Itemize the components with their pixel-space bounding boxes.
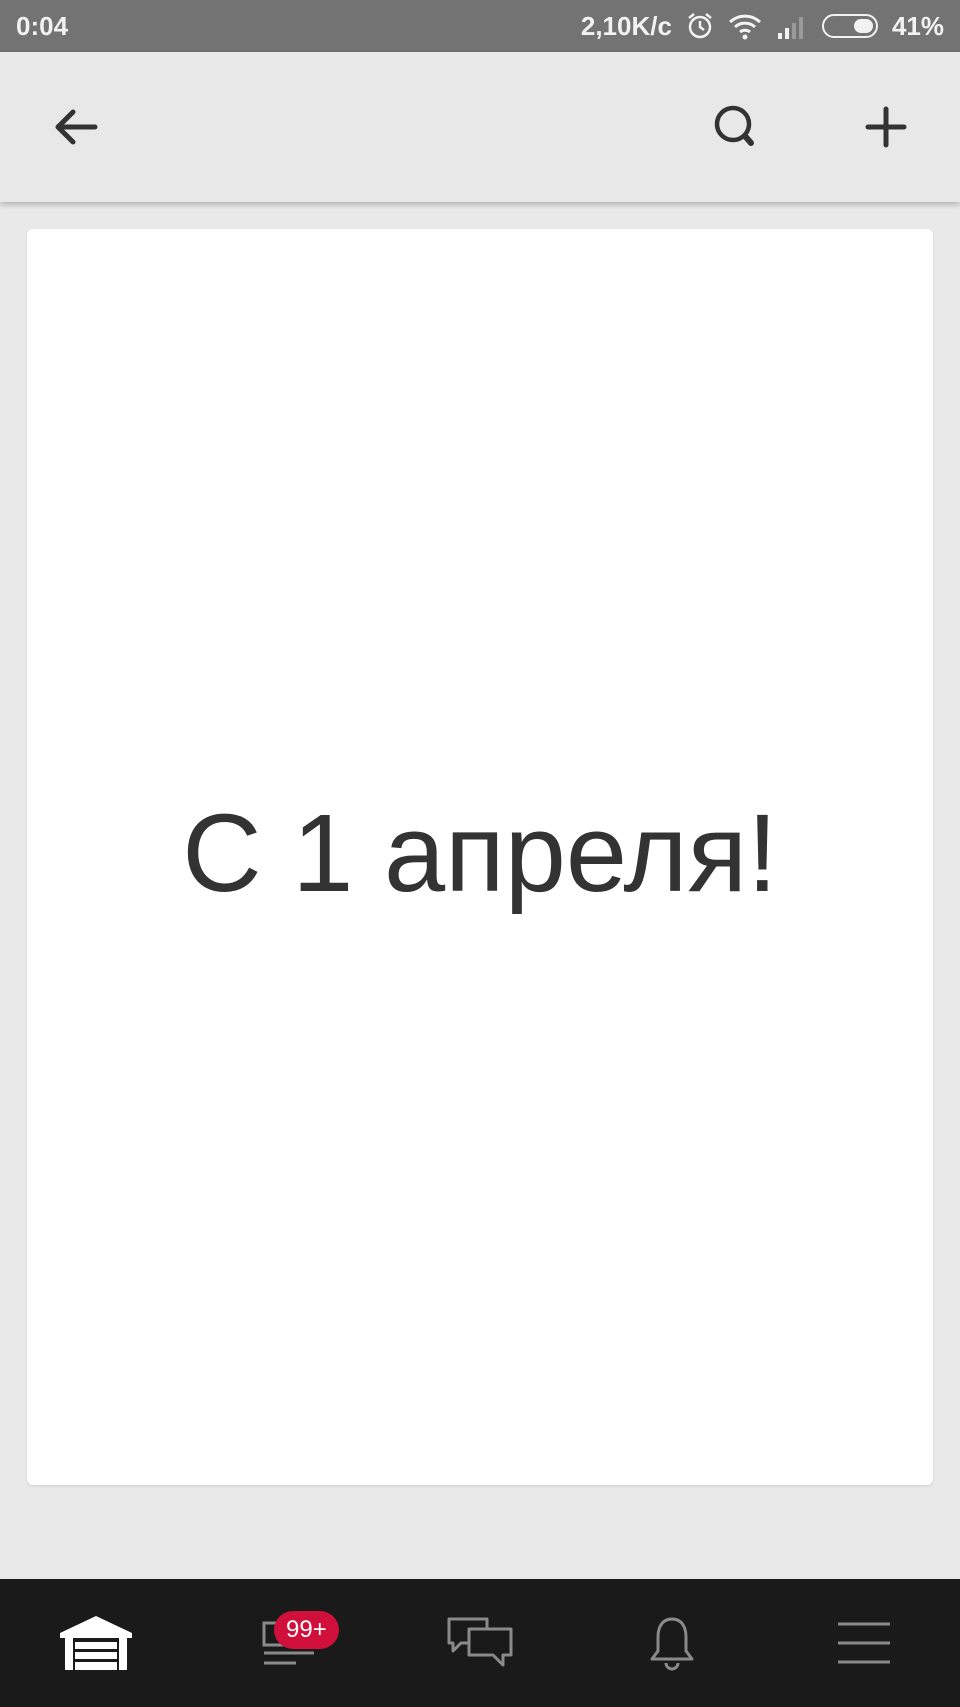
bell-icon [650,1617,694,1671]
search-icon [714,105,754,146]
nav-messages[interactable] [384,1579,576,1707]
wifi-icon [728,12,762,40]
status-time: 0:04 [16,11,69,41]
nav-feed[interactable]: 99+ [192,1579,384,1707]
plus-icon [865,106,907,148]
app-bar [0,52,960,202]
alarm-icon [686,12,714,40]
card-message: С 1 апреля! [182,791,778,915]
battery-fill [853,19,873,33]
chat-icon [447,1617,513,1667]
feed-badge: 99+ [274,1611,339,1649]
nav-menu[interactable] [768,1579,960,1707]
status-indicators: 2,10K/c 41% [581,0,944,52]
menu-icon [838,1622,890,1664]
search-button[interactable] [696,87,776,167]
garage-icon [60,1616,132,1670]
nav-garage[interactable] [0,1579,192,1707]
nav-notifications[interactable] [576,1579,768,1707]
content-card: С 1 апреля! [27,229,933,1485]
network-speed: 2,10K/c [580,10,672,41]
back-button[interactable] [35,87,115,167]
arrow-left-icon [55,109,98,145]
signal-icon [776,13,808,39]
battery-icon [821,14,878,38]
add-button[interactable] [846,87,926,167]
bottom-navigation: 99+ [0,1579,960,1707]
status-bar: 0:04 2,10K/c 41% [0,0,960,52]
battery-percent: 41% [891,10,944,41]
